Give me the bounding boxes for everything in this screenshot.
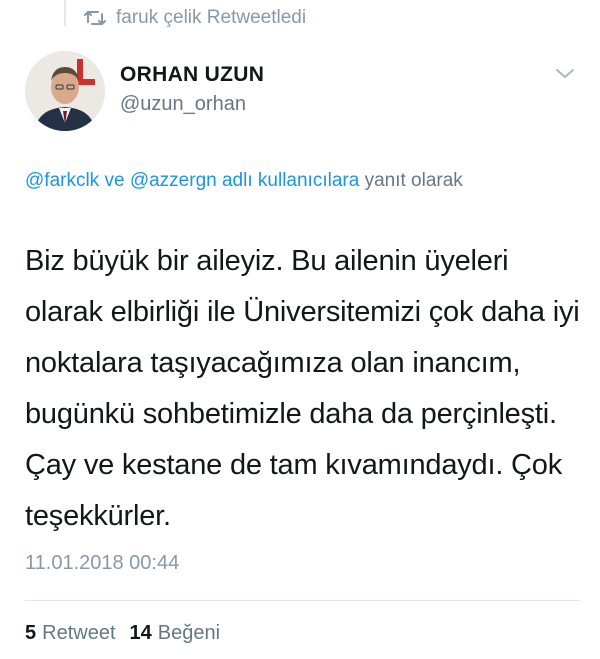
like-label: Beğeni — [157, 622, 221, 644]
tweet-timestamp[interactable]: 11.01.2018 00:44 — [25, 552, 179, 575]
reply-connector: ve — [104, 170, 125, 191]
mention-link[interactable]: @azzergn adlı kullanıcılara — [130, 170, 359, 191]
retweet-label: Retweet — [42, 622, 116, 644]
tweet-stats: 5 Retweet 14 Beğeni — [25, 622, 220, 645]
retweet-icon — [84, 9, 106, 27]
retweet-stat[interactable]: 5 Retweet — [25, 622, 116, 645]
profile-photo-icon — [25, 51, 105, 131]
tweet-text: Biz büyük bir aileyiz. Bu ailenin üyeler… — [25, 245, 580, 532]
like-count: 14 — [129, 622, 152, 644]
author-handle[interactable]: @uzun_orhan — [120, 90, 264, 118]
reply-context: @farkclk ve @azzergn adlı kullanıcılara … — [25, 166, 565, 196]
avatar[interactable] — [25, 51, 105, 131]
retweet-context: faruk çelik Retweetledi — [84, 5, 306, 31]
tweet-author[interactable]: ORHAN UZUN @uzun_orhan — [120, 62, 264, 118]
author-display-name[interactable]: ORHAN UZUN — [120, 62, 264, 88]
thread-line — [64, 0, 66, 26]
reply-suffix: yanıt olarak — [364, 170, 463, 191]
chevron-down-icon[interactable] — [553, 66, 577, 82]
retweet-count: 5 — [25, 622, 37, 644]
divider — [25, 600, 580, 601]
retweet-context-text[interactable]: faruk çelik Retweetledi — [116, 7, 306, 29]
mention-link[interactable]: @farkclk — [25, 170, 99, 191]
like-stat[interactable]: 14 Beğeni — [130, 622, 221, 645]
